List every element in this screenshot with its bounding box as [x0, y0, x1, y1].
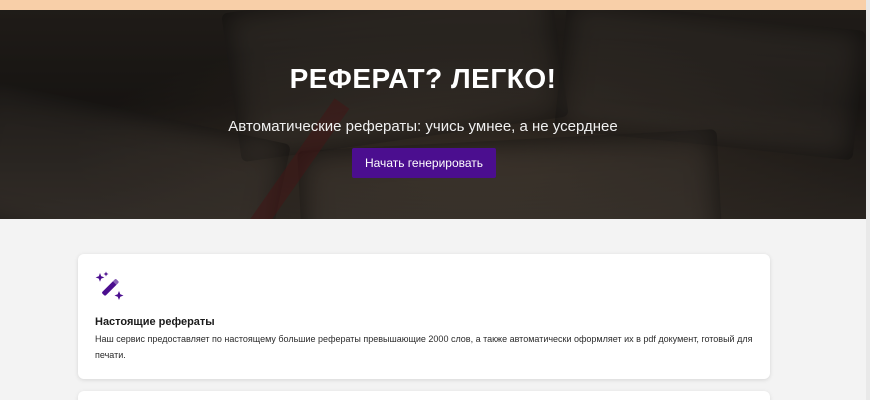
magic-wand-icon: [94, 271, 126, 303]
feature-description: Наш сервис предоставляет по настоящему б…: [95, 334, 753, 360]
hero-title: РЕФЕРАТ? ЛЕГКО!: [289, 63, 557, 94]
page: РЕФЕРАТ? ЛЕГКО! Автоматические рефераты:…: [0, 0, 870, 400]
hero-subtitle: Автоматические рефераты: учись умнее, а …: [228, 118, 618, 135]
start-generating-button[interactable]: Начать генерировать: [352, 148, 496, 178]
top-strip: [0, 0, 866, 10]
feature-title: Настоящие рефераты: [95, 316, 215, 328]
feature-card: Настоящие рефераты Наш сервис предоставл…: [78, 254, 770, 379]
hero-overlay: [0, 10, 866, 219]
feature-card: [78, 391, 770, 400]
hero-banner: РЕФЕРАТ? ЛЕГКО! Автоматические рефераты:…: [0, 10, 866, 219]
scrollbar-track[interactable]: [866, 0, 870, 400]
